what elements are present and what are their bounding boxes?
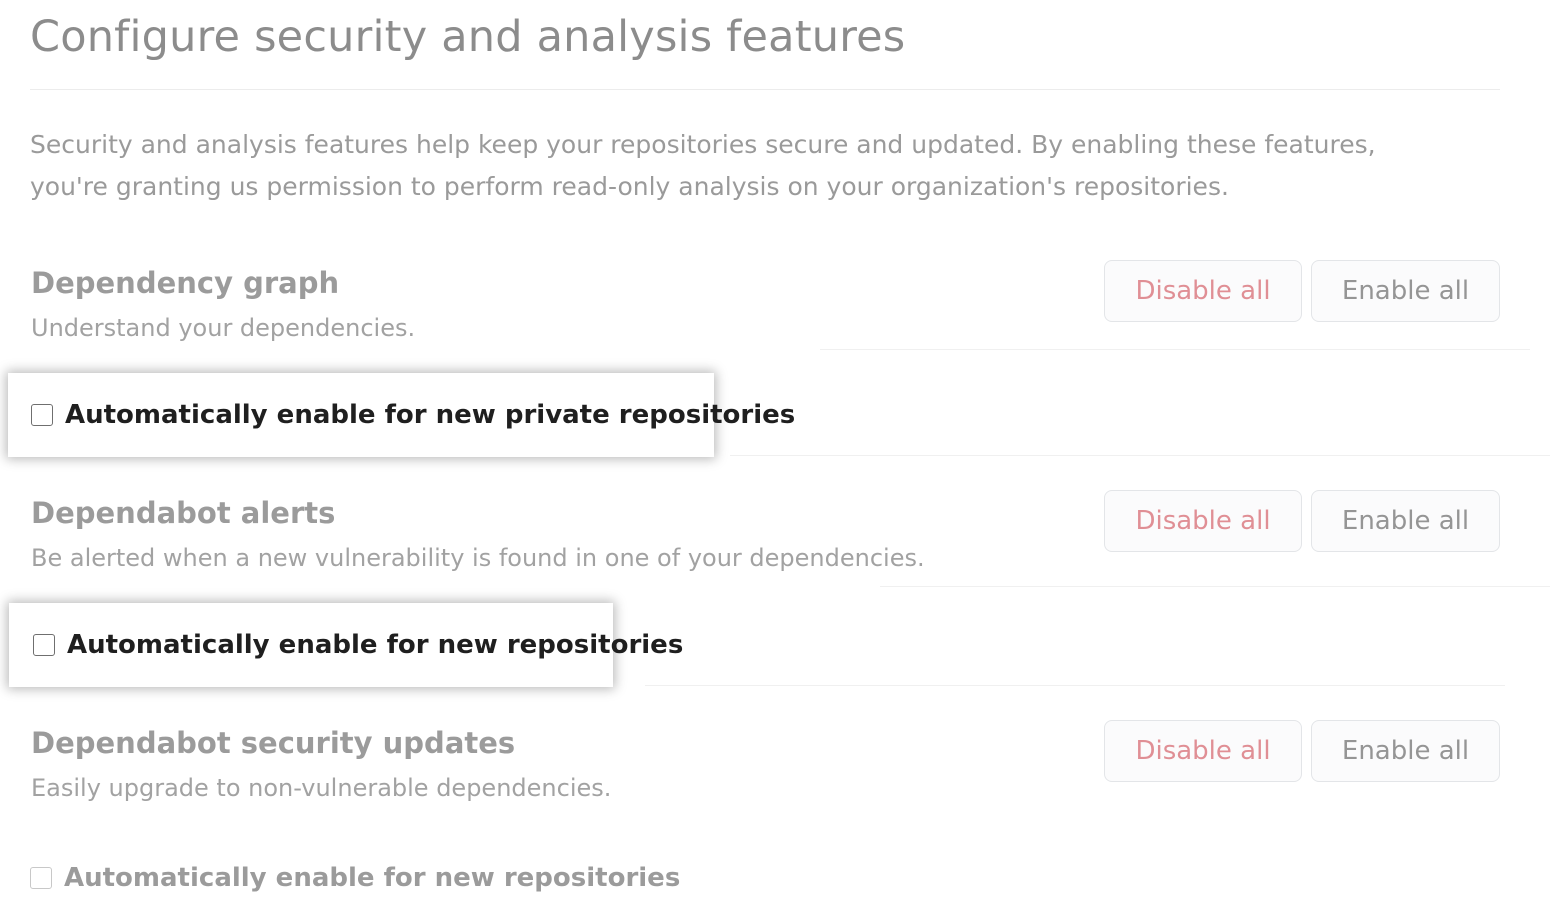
page-title: Configure security and analysis features <box>30 12 906 62</box>
enable-all-button[interactable]: Enable all <box>1311 260 1500 322</box>
auto-enable-label[interactable]: Automatically enable for new repositorie… <box>67 630 683 660</box>
section-title: Dependabot alerts <box>31 496 336 530</box>
security-settings-page: Configure security and analysis features… <box>0 0 1550 907</box>
disable-all-button[interactable]: Disable all <box>1104 490 1302 552</box>
section-divider <box>880 586 1550 587</box>
disable-all-button[interactable]: Disable all <box>1104 720 1302 782</box>
section-description: Be alerted when a new vulnerability is f… <box>31 544 925 572</box>
auto-enable-option: Automatically enable for new repositorie… <box>30 858 680 898</box>
auto-enable-label[interactable]: Automatically enable for new repositorie… <box>64 863 680 893</box>
section-divider <box>645 685 1505 686</box>
enable-all-button[interactable]: Enable all <box>1311 720 1500 782</box>
section-description: Easily upgrade to non-vulnerable depende… <box>31 774 612 802</box>
section-title: Dependabot security updates <box>31 726 516 760</box>
highlighted-option: Automatically enable for new private rep… <box>8 373 795 457</box>
section-description: Understand your dependencies. <box>31 314 416 342</box>
auto-enable-checkbox[interactable] <box>33 634 55 656</box>
highlighted-option: Automatically enable for new repositorie… <box>9 603 683 687</box>
auto-enable-checkbox[interactable] <box>30 867 52 889</box>
enable-all-button[interactable]: Enable all <box>1311 490 1500 552</box>
disable-all-button[interactable]: Disable all <box>1104 260 1302 322</box>
auto-enable-label[interactable]: Automatically enable for new private rep… <box>65 400 795 430</box>
auto-enable-checkbox[interactable] <box>31 404 53 426</box>
section-title: Dependency graph <box>31 266 340 300</box>
title-divider <box>30 89 1500 90</box>
intro-text: Security and analysis features help keep… <box>30 130 1376 201</box>
section-divider <box>730 455 1550 456</box>
section-divider <box>820 349 1530 350</box>
